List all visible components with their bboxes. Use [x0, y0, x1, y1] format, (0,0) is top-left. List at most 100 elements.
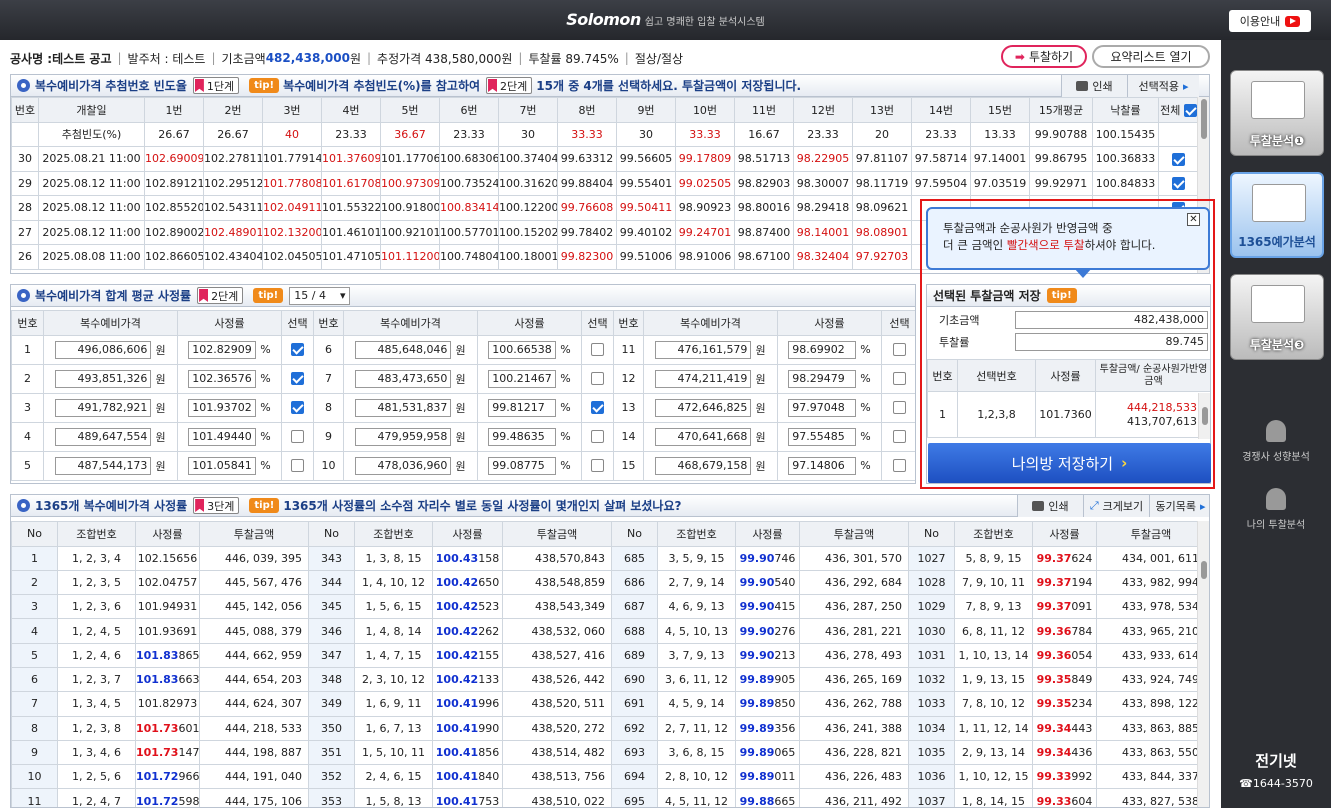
price-input[interactable]: 487,544,173: [55, 456, 152, 475]
price-input[interactable]: 481,531,837: [355, 398, 452, 417]
select-checkbox[interactable]: [591, 401, 604, 415]
print-button[interactable]: 인쇄: [1017, 495, 1083, 517]
price-input[interactable]: 470,641,668: [655, 427, 752, 446]
select-checkbox[interactable]: [291, 343, 304, 357]
table-row[interactable]: 29 2025.08.12 11:00 102.89121 102.29512 101.…: [11, 170, 1199, 196]
rate-input[interactable]: 98.29479: [788, 369, 857, 388]
price-input[interactable]: 478,036,960: [355, 456, 452, 475]
table-row[interactable]: 2 1, 2, 3, 5 102.04757 445, 567, 476 344 1, 4…: [11, 569, 1206, 596]
select-cell[interactable]: [881, 363, 915, 394]
sidebar-tile-bid-analysis-3[interactable]: 투찰분석❸: [1230, 274, 1324, 360]
table-row[interactable]: 7 1, 3, 4, 5 101.82973 444, 624, 307 349 1, 6…: [11, 691, 1206, 717]
table-row[interactable]: 5 1, 2, 4, 6 101.83865 444, 662, 959 347 1, 4…: [11, 642, 1206, 668]
tip-badge[interactable]: tip!: [249, 78, 280, 93]
table-row[interactable]: 6 1, 2, 3, 7 101.83663 444, 654, 203 348 2, 3…: [11, 666, 1206, 693]
table-row[interactable]: 8 1, 2, 3, 8 101.73601 444, 218, 533 350 1, 6…: [11, 715, 1206, 741]
select-checkbox[interactable]: [893, 459, 906, 473]
help-button[interactable]: 이용안내: [1229, 10, 1311, 32]
rate-input[interactable]: 101.49440: [188, 427, 257, 446]
price-input[interactable]: 479,959,958: [355, 427, 452, 446]
select-cell[interactable]: [281, 363, 314, 394]
select-cell[interactable]: [881, 392, 915, 423]
bid-button[interactable]: ➡ 투찰하기: [1001, 45, 1087, 68]
rate-input[interactable]: 99.48635: [488, 427, 557, 446]
select-cell[interactable]: [581, 363, 614, 394]
select-cell[interactable]: [881, 450, 915, 481]
scroll-thumb[interactable]: [1201, 99, 1207, 139]
apply-selection-button[interactable]: 선택적용 ▸: [1127, 75, 1199, 97]
table-row[interactable]: 10 1, 2, 5, 6 101.72966 444, 191, 040 352 2, …: [11, 764, 1206, 790]
rate-input[interactable]: 100.66538: [488, 340, 557, 359]
select-checkbox[interactable]: [591, 343, 604, 357]
select-cell[interactable]: [581, 334, 614, 365]
select-cell[interactable]: [881, 421, 915, 452]
select-checkbox[interactable]: [591, 372, 604, 386]
price-input[interactable]: 485,648,046: [355, 340, 452, 359]
price-input[interactable]: 496,086,606: [55, 340, 152, 359]
select-checkbox[interactable]: [893, 343, 906, 357]
select-checkbox[interactable]: [893, 372, 906, 386]
select-checkbox[interactable]: [893, 401, 906, 415]
rate-input[interactable]: 100.21467: [488, 369, 557, 388]
tip-badge[interactable]: tip!: [253, 288, 284, 303]
price-input[interactable]: 468,679,158: [655, 456, 752, 475]
select-cell[interactable]: [281, 450, 314, 481]
price-input[interactable]: 491,782,921: [55, 398, 152, 417]
select-checkbox[interactable]: [591, 459, 604, 473]
select-checkbox[interactable]: [591, 430, 604, 444]
select-checkbox[interactable]: [291, 401, 304, 415]
sidebar-tile-bid-analysis-1[interactable]: 투찰분석❶: [1230, 70, 1324, 156]
scroll-thumb[interactable]: [1201, 561, 1207, 579]
rate-input[interactable]: 98.69902: [788, 340, 857, 359]
select-checkbox[interactable]: [291, 459, 304, 473]
table-row[interactable]: 30 2025.08.21 11:00 102.69009 102.27811 101.…: [11, 146, 1199, 172]
price-input[interactable]: 472,646,825: [655, 398, 752, 417]
rate-input[interactable]: 99.81217: [488, 398, 557, 417]
rate-input[interactable]: 102.36576: [188, 369, 257, 388]
select-cell[interactable]: [281, 421, 314, 452]
select-cell[interactable]: [281, 392, 314, 423]
table-row[interactable]: 11 1, 2, 4, 7 101.72598 444, 175, 106 353 1, …: [11, 788, 1206, 807]
table-row[interactable]: 9 1, 3, 4, 6 101.73147 444, 198, 887 351 1, 5…: [11, 739, 1206, 766]
price-input[interactable]: 476,161,579: [655, 340, 752, 359]
sidebar-tile-1365-analysis[interactable]: 1365예가분석: [1230, 172, 1324, 258]
rate-input[interactable]: 102.82909: [188, 340, 257, 359]
row-select[interactable]: [1158, 170, 1199, 196]
price-input[interactable]: 483,473,650: [355, 369, 452, 388]
zoom-button[interactable]: ⤢ 크게보기: [1083, 495, 1149, 517]
rate-input[interactable]: 101.93702: [188, 398, 257, 417]
rate-input[interactable]: 99.08775: [488, 456, 557, 475]
print-button[interactable]: 인쇄: [1061, 75, 1127, 97]
combo-select[interactable]: 15 / 4 ▾: [289, 286, 351, 305]
price-input[interactable]: 489,647,554: [55, 427, 152, 446]
combination-scrollbar[interactable]: [1197, 521, 1209, 807]
price-input[interactable]: 493,851,326: [55, 369, 152, 388]
sidebar-item-competitor[interactable]: 경쟁사 성향분석: [1221, 420, 1331, 463]
rate-input[interactable]: 97.14806: [788, 456, 857, 475]
expand-icon: ⤢: [1089, 499, 1099, 512]
select-cell[interactable]: [881, 334, 915, 365]
rate-input[interactable]: 97.97048: [788, 398, 857, 417]
select-cell[interactable]: [581, 421, 614, 452]
same-list-button[interactable]: 동기목록 ▸: [1149, 495, 1209, 517]
select-checkbox[interactable]: [291, 372, 304, 386]
sidebar-item-my-bid[interactable]: 나의 투찰분석: [1221, 488, 1331, 531]
table-row[interactable]: 1 1, 2, 3, 4 102.15656 446, 039, 395 343 1, 3…: [11, 545, 1206, 571]
row-checkbox[interactable]: [1172, 177, 1185, 190]
price-input[interactable]: 474,211,419: [655, 369, 752, 388]
select-checkbox[interactable]: [291, 430, 304, 444]
rate-input[interactable]: 101.05841: [188, 456, 257, 475]
select-all-checkbox[interactable]: [1183, 104, 1197, 118]
close-icon[interactable]: ✕: [1187, 213, 1200, 226]
table-row[interactable]: 4 1, 2, 4, 5 101.93691 445, 088, 379 346 1, 4…: [11, 618, 1206, 644]
select-cell[interactable]: [281, 334, 314, 365]
select-cell[interactable]: [581, 392, 614, 423]
tip-badge[interactable]: tip!: [249, 498, 280, 513]
summary-list-button[interactable]: 요약리스트 열기: [1092, 45, 1210, 68]
select-checkbox[interactable]: [893, 430, 906, 444]
row-checkbox[interactable]: [1172, 152, 1185, 166]
table-row[interactable]: 3 1, 2, 3, 6 101.94931 445, 142, 056 345 1, 5…: [11, 594, 1206, 620]
select-cell[interactable]: [581, 450, 614, 481]
rate-input[interactable]: 97.55485: [788, 427, 857, 446]
row-select[interactable]: [1158, 146, 1199, 172]
